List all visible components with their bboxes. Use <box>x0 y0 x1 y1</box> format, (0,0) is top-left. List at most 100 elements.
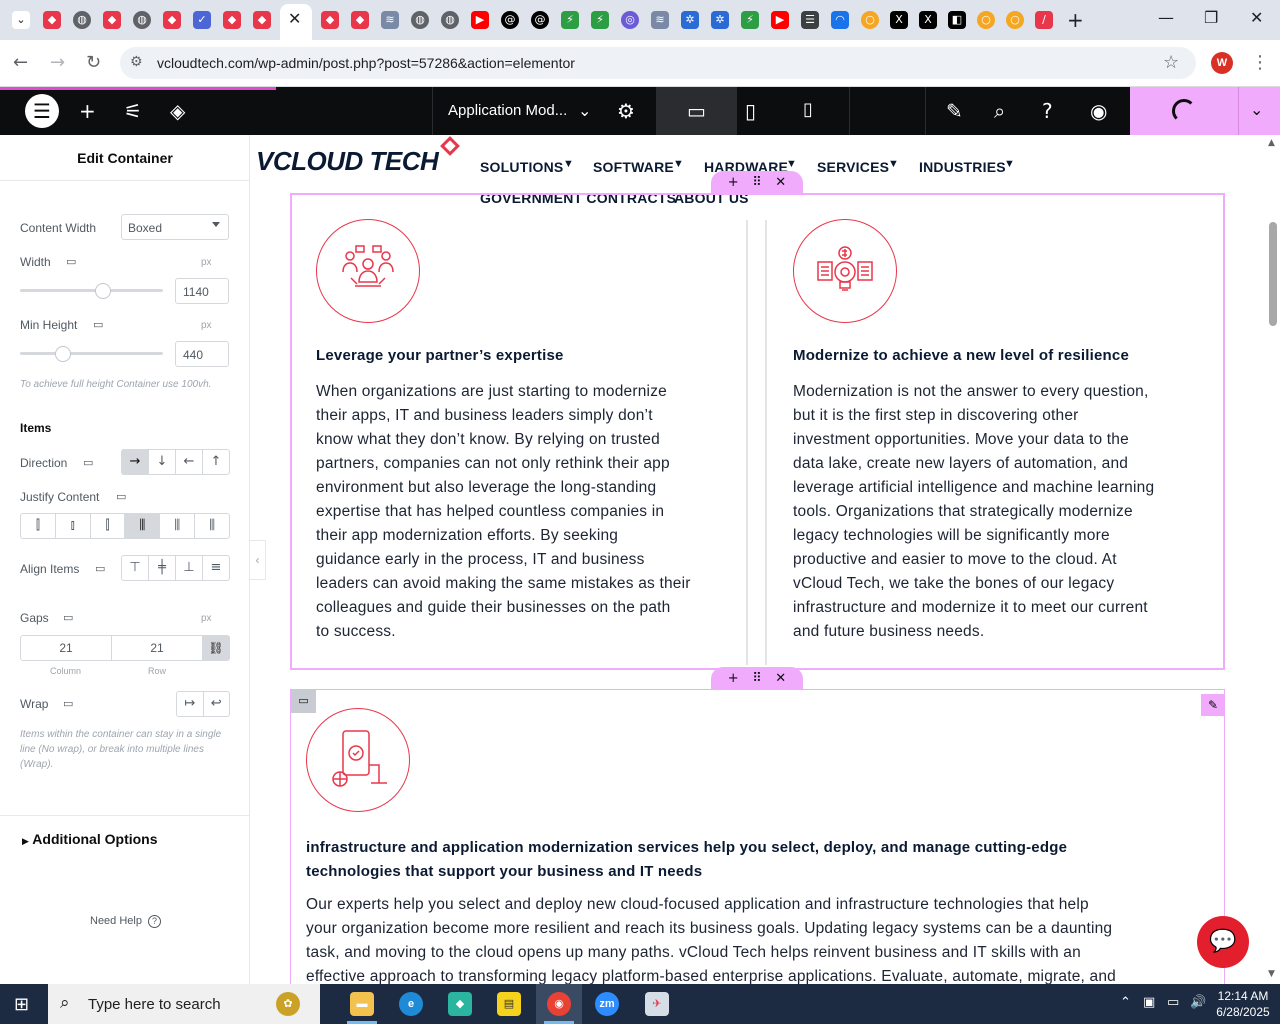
align-stretch-icon[interactable]: ≡ <box>203 556 229 580</box>
reload-icon[interactable]: ↻ <box>86 52 101 73</box>
site-logo[interactable]: VCLOUD TECH <box>256 146 439 177</box>
no-wrap-icon[interactable]: ↦ <box>177 692 204 716</box>
taskbar-search-placeholder[interactable]: Type here to search <box>88 996 221 1013</box>
add-icon[interactable]: + <box>728 175 739 190</box>
notes-pin-icon[interactable]: ✎ <box>946 99 963 123</box>
site-info-icon[interactable]: ⚙ <box>130 54 143 70</box>
site-settings-icon[interactable]: ⚟ <box>124 99 142 123</box>
tab-favicon-icon[interactable]: ≋ <box>381 11 399 29</box>
tab-favicon-icon[interactable]: ○ <box>861 11 879 29</box>
youtube-icon[interactable]: ▶ <box>771 11 789 29</box>
chat-bubble-icon[interactable]: 💬 <box>1197 916 1249 968</box>
content-width-select[interactable]: Boxed <box>121 214 229 240</box>
tab-favicon-icon[interactable]: ∕ <box>1035 11 1053 29</box>
tab-favicon-icon[interactable]: ◆ <box>253 11 271 29</box>
profile-avatar[interactable]: W <box>1211 52 1233 74</box>
youtube-icon[interactable]: ▶ <box>471 11 489 29</box>
menu-software[interactable]: SOFTWARE <box>593 159 674 175</box>
forward-icon[interactable]: → <box>50 52 65 73</box>
scroll-down-icon[interactable]: ▼ <box>1268 969 1275 979</box>
tab-favicon-icon[interactable]: ◆ <box>223 11 241 29</box>
justify-end-icon[interactable]: ⫿ <box>91 514 126 538</box>
tab-favicon-icon[interactable]: ◎ <box>621 11 639 29</box>
add-element-icon[interactable]: + <box>79 99 96 123</box>
direction-column-icon[interactable]: ↓ <box>149 450 176 474</box>
tab-favicon-icon[interactable]: ✲ <box>711 11 729 29</box>
width-input[interactable]: 1140 <box>175 278 229 304</box>
tab-favicon-icon[interactable]: ◆ <box>103 11 121 29</box>
tab-favicon-icon[interactable]: ⚡ <box>741 11 759 29</box>
pineapple-widget-icon[interactable]: ✿ <box>276 992 300 1016</box>
tab-close-icon[interactable]: ✕ <box>288 9 301 28</box>
delete-icon[interactable]: ✕ <box>775 175 786 190</box>
mobile-icon[interactable]: ▯ <box>803 99 813 120</box>
tab-favicon-icon[interactable]: ○ <box>1006 11 1024 29</box>
gap-column-input[interactable]: 21 <box>20 635 112 661</box>
structure-layers-icon[interactable]: ◈ <box>170 99 185 123</box>
elementor-logo-icon[interactable]: ☰ <box>25 94 59 128</box>
min-height-unit[interactable]: px <box>201 320 212 331</box>
threads-icon[interactable]: @ <box>531 11 549 29</box>
drag-grip-icon[interactable]: ⠿ <box>752 175 762 190</box>
edit-pencil-icon[interactable]: ✎ <box>1201 694 1225 716</box>
tab-favicon-icon[interactable]: ◍ <box>441 11 459 29</box>
tab-search-icon[interactable]: ⌄ <box>12 11 30 29</box>
chrome-icon[interactable]: ◉ <box>547 992 571 1016</box>
url-text[interactable]: vcloudtech.com/wp-admin/post.php?post=57… <box>157 55 575 71</box>
back-icon[interactable]: ← <box>13 52 28 73</box>
responsive-monitor-icon[interactable]: ▭ <box>63 611 73 624</box>
close-window-icon[interactable]: ✕ <box>1250 8 1263 27</box>
zoom-icon[interactable]: zm <box>595 992 619 1016</box>
justify-start-icon[interactable]: ⫿ <box>21 514 56 538</box>
scrollbar-thumb[interactable] <box>1269 222 1277 326</box>
preview-eye-icon[interactable]: ◉ <box>1090 99 1107 123</box>
tab-favicon-icon[interactable]: ⚡ <box>591 11 609 29</box>
link-values-icon[interactable]: ⛓ <box>202 635 230 661</box>
tab-favicon-icon[interactable]: ◆ <box>321 11 339 29</box>
drag-grip-icon[interactable]: ⠿ <box>752 671 762 686</box>
sticky-notes-icon[interactable]: ▤ <box>497 992 521 1016</box>
desktop-icon[interactable]: ▭ <box>687 99 706 123</box>
tab-favicon-icon[interactable]: ○ <box>977 11 995 29</box>
direction-column-reverse-icon[interactable]: ↑ <box>203 450 229 474</box>
min-height-slider-handle[interactable] <box>54 346 71 362</box>
width-slider[interactable] <box>20 289 163 292</box>
chevron-down-icon[interactable]: ⌄ <box>578 101 591 120</box>
page-settings-gear-icon[interactable]: ⚙ <box>617 99 635 123</box>
bookmark-star-icon[interactable]: ☆ <box>1163 52 1179 73</box>
align-center-icon[interactable]: ╪ <box>149 556 176 580</box>
width-slider-handle[interactable] <box>94 283 111 299</box>
menu-kebab-icon[interactable]: ⋮ <box>1251 52 1269 73</box>
scroll-up-icon[interactable]: ▲ <box>1268 138 1275 148</box>
menu-services[interactable]: SERVICES <box>817 159 889 175</box>
direction-row-reverse-icon[interactable]: ← <box>176 450 203 474</box>
direction-row-icon[interactable]: → <box>122 450 149 474</box>
threads-icon[interactable]: @ <box>501 11 519 29</box>
container-handle[interactable]: + ⠿ ✕ <box>711 667 803 689</box>
min-height-input[interactable]: 440 <box>175 341 229 367</box>
tab-favicon-icon[interactable]: ◆ <box>351 11 369 29</box>
publish-options-chevron-icon[interactable]: ⌄ <box>1250 100 1263 119</box>
tab-favicon-icon[interactable]: ◍ <box>133 11 151 29</box>
file-explorer-icon[interactable]: ▬ <box>350 992 374 1016</box>
container-handle[interactable]: + ⠿ ✕ <box>711 171 803 193</box>
wrap-icon[interactable]: ↩ <box>204 692 230 716</box>
min-height-slider[interactable] <box>20 352 163 355</box>
tab-favicon-icon[interactable]: ◆ <box>43 11 61 29</box>
tablet-icon[interactable]: ▯ <box>745 99 756 123</box>
gap-row-input[interactable]: 21 <box>111 635 203 661</box>
tray-app-icon[interactable]: ▣ <box>1143 995 1155 1010</box>
align-start-icon[interactable]: ⊤ <box>122 556 149 580</box>
finder-search-icon[interactable]: ⌕ <box>994 99 1005 123</box>
need-help-link[interactable]: Need Help ? <box>90 915 162 928</box>
taskbar-clock[interactable]: 12:14 AM 6/28/2025 <box>1212 988 1274 1020</box>
page-title[interactable]: Application Mod... <box>448 102 567 119</box>
justify-space-evenly-icon[interactable]: ⫼ <box>195 514 229 538</box>
edge-icon[interactable]: e <box>399 992 423 1016</box>
align-end-icon[interactable]: ⊥ <box>176 556 203 580</box>
justify-space-around-icon[interactable]: ⫼ <box>160 514 196 538</box>
justify-center-icon[interactable]: ⫾ <box>56 514 91 538</box>
gaps-unit[interactable]: px <box>201 613 212 624</box>
responsive-monitor-icon[interactable]: ▭ <box>66 255 76 268</box>
responsive-monitor-icon[interactable]: ▭ <box>83 456 93 469</box>
